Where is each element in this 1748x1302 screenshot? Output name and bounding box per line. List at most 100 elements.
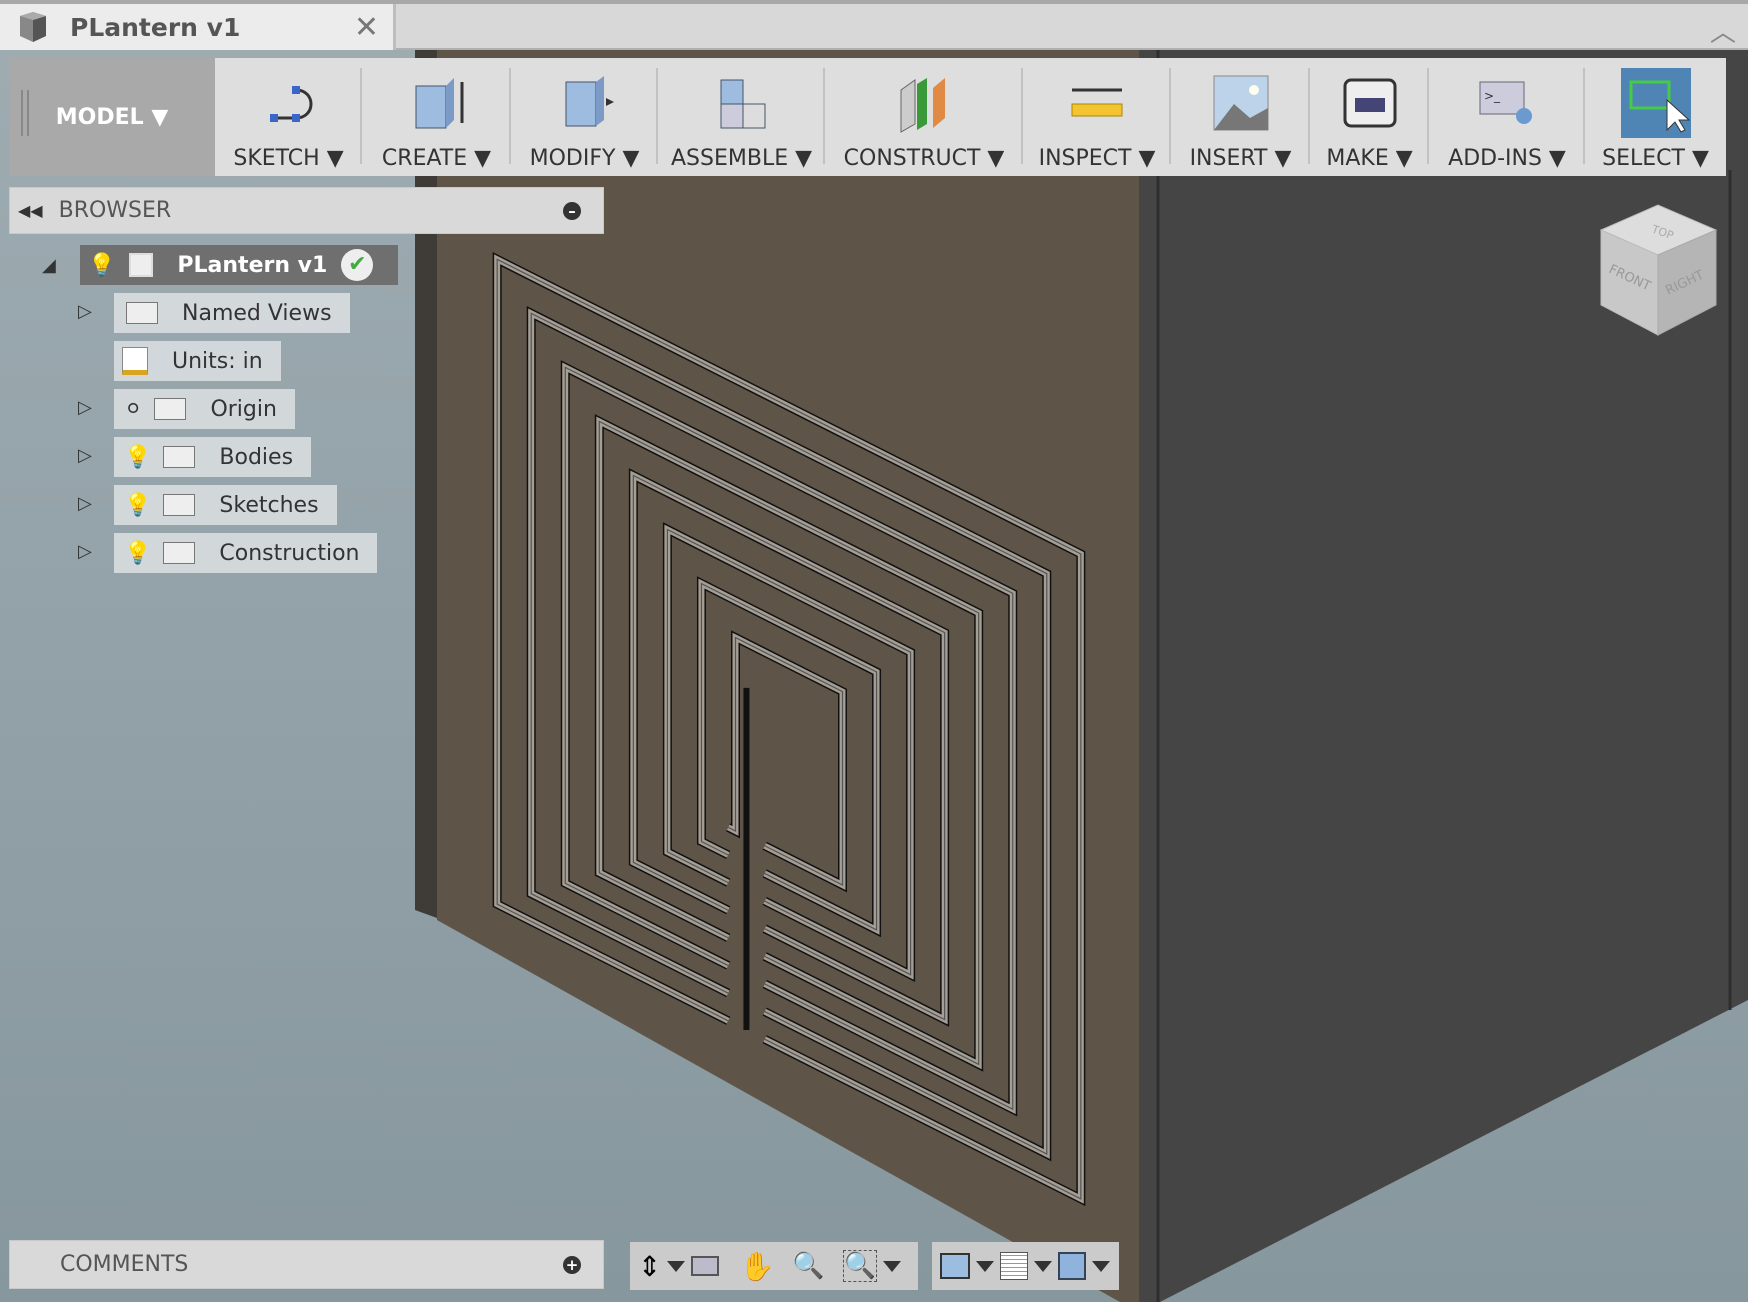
add-comment-icon[interactable]: + xyxy=(563,1255,581,1274)
workspace-dropdown[interactable]: MODEL ▼ xyxy=(9,58,215,176)
workspace-label: MODEL ▼ xyxy=(55,104,169,130)
browser-item-label: Units: in xyxy=(172,348,263,374)
measure-ruler-icon xyxy=(1071,88,1123,117)
display-settings-icon[interactable] xyxy=(940,1253,970,1279)
pan-hand-icon[interactable]: ✋ xyxy=(739,1250,774,1283)
toolbar-label: INSPECT ▼ xyxy=(1038,146,1156,171)
wall-front-face xyxy=(437,50,1139,1302)
lightbulb-icon[interactable]: 💡 xyxy=(88,253,115,278)
comments-title: COMMENTS xyxy=(60,1252,189,1277)
toolbar-label: SKETCH ▼ xyxy=(233,146,344,171)
folder-icon xyxy=(163,446,196,468)
toolbar-create-button[interactable]: CREATE ▼ xyxy=(362,58,511,176)
browser-item[interactable]: 💡 Sketches xyxy=(114,485,337,525)
wall-edge xyxy=(415,50,437,918)
document-tab[interactable]: PLantern v1 ✕ xyxy=(0,4,396,50)
expand-arrow-icon[interactable]: ▷ xyxy=(78,445,92,466)
orbit-dropdown-icon[interactable] xyxy=(667,1260,686,1272)
expand-arrow-icon[interactable]: ▷ xyxy=(78,541,92,562)
display-bar xyxy=(932,1242,1119,1290)
grid-dropdown-icon[interactable] xyxy=(1034,1260,1052,1272)
component-icon xyxy=(20,12,46,42)
expand-arrow-icon[interactable]: ▷ xyxy=(78,301,92,322)
folder-icon xyxy=(154,398,187,420)
toolbar-label: CONSTRUCT ▼ xyxy=(843,146,1005,171)
svg-text:>_: >_ xyxy=(1484,89,1501,103)
navigation-bar: ⇕ ✋ 🔍 🔍 xyxy=(630,1242,918,1290)
select-cursor-icon xyxy=(1620,68,1691,138)
toolbar-label: ASSEMBLE ▼ xyxy=(670,146,813,171)
zoom-window-icon[interactable]: 🔍 xyxy=(842,1250,878,1282)
grid-icon[interactable] xyxy=(1000,1252,1028,1280)
toolbar-separator xyxy=(1169,68,1171,164)
model-canvas xyxy=(415,50,1748,1302)
expand-arrow-icon[interactable]: ▷ xyxy=(78,397,92,418)
toolbar-sketch-button[interactable]: SKETCH ▼ xyxy=(215,58,362,176)
toolbar-make-button[interactable]: MAKE ▼ xyxy=(1310,58,1429,176)
toolbar-inspect-button[interactable]: INSPECT ▼ xyxy=(1023,58,1171,176)
toolbar-insert-button[interactable]: INSERT ▼ xyxy=(1171,58,1310,176)
browser-item-label: Sketches xyxy=(219,492,319,518)
toolbar: MODEL ▼ SKETCH ▼ CREATE ▼ MODIFY ▼ ASSEMBLE… xyxy=(9,58,1726,176)
3d-print-icon xyxy=(1343,78,1396,128)
collapse-browser-icon[interactable]: ◀◀ xyxy=(18,201,43,220)
browser-root-item[interactable]: 💡 PLantern v1 ✔ xyxy=(80,245,398,285)
expand-arrow-icon[interactable]: ▷ xyxy=(78,493,92,514)
toolbar-separator xyxy=(823,68,825,164)
root-label: PLantern v1 xyxy=(177,252,328,278)
browser-item-label: Named Views xyxy=(182,300,332,326)
modify-icon xyxy=(565,76,614,127)
toolbar-separator xyxy=(1021,68,1023,164)
script-gear-icon: >_ xyxy=(1479,81,1532,124)
units-icon xyxy=(122,347,148,375)
look-at-icon[interactable] xyxy=(691,1256,720,1276)
toolbar-grip[interactable] xyxy=(21,90,29,136)
lightbulb-icon[interactable]: ⚪ xyxy=(124,397,142,422)
assemble-icon xyxy=(720,79,765,129)
3d-viewport[interactable]: TOP FRONT RIGHT xyxy=(0,50,1748,1302)
browser-item-label: Construction xyxy=(219,540,360,566)
browser-title: BROWSER xyxy=(58,198,172,223)
close-icon[interactable]: ✕ xyxy=(354,10,379,45)
toolbar-label: MODIFY ▼ xyxy=(529,146,640,171)
toolbar-construct-button[interactable]: CONSTRUCT ▼ xyxy=(825,58,1023,176)
insert-image-icon xyxy=(1213,75,1268,131)
toolbar-modify-button[interactable]: MODIFY ▼ xyxy=(511,58,658,176)
toolbar-separator xyxy=(1427,68,1429,164)
document-title: PLantern v1 xyxy=(70,12,241,42)
view-cube[interactable]: TOP FRONT RIGHT xyxy=(1596,200,1726,340)
toolbar-separator xyxy=(509,68,511,164)
collapse-arrow-icon[interactable]: ◢ xyxy=(42,255,56,276)
chevron-up-icon[interactable]: ︿ xyxy=(1710,12,1736,49)
lightbulb-icon[interactable]: 💡 xyxy=(124,445,151,470)
orbit-icon[interactable]: ⇕ xyxy=(638,1250,661,1283)
active-check-icon: ✔ xyxy=(341,249,374,281)
create-box-icon xyxy=(415,78,463,129)
toolbar-add-ins-button[interactable]: >_ ADD-INS ▼ xyxy=(1429,58,1585,176)
browser-item[interactable]: Named Views xyxy=(114,293,350,333)
folder-icon xyxy=(126,302,158,324)
folder-icon xyxy=(163,542,196,564)
toolbar-select-button[interactable]: SELECT ▼ xyxy=(1585,58,1726,176)
sketch-icon xyxy=(269,86,312,122)
toolbar-label: ADD-INS ▼ xyxy=(1448,146,1566,171)
browser-item[interactable]: 💡 Bodies xyxy=(114,437,312,477)
minimize-icon[interactable]: – xyxy=(563,201,581,220)
viewports-dropdown-icon[interactable] xyxy=(1092,1260,1110,1272)
toolbar-label: INSERT ▼ xyxy=(1189,146,1292,171)
zoom-icon[interactable]: 🔍 xyxy=(792,1251,824,1281)
browser-item[interactable]: ⚪ Origin xyxy=(114,389,295,429)
lightbulb-icon[interactable]: 💡 xyxy=(124,541,151,566)
zoom-dropdown-icon[interactable] xyxy=(883,1260,902,1272)
browser-item-label: Bodies xyxy=(219,444,294,470)
comments-panel[interactable]: COMMENTS + xyxy=(9,1240,604,1289)
viewports-icon[interactable] xyxy=(1058,1252,1086,1280)
browser-item[interactable]: 💡 Construction xyxy=(114,533,378,573)
construct-plane-icon xyxy=(900,78,945,133)
toolbar-assemble-button[interactable]: ASSEMBLE ▼ xyxy=(658,58,825,176)
lightbulb-icon[interactable]: 💡 xyxy=(124,493,151,518)
display-dropdown-icon[interactable] xyxy=(976,1260,994,1272)
toolbar-separator xyxy=(360,68,362,164)
browser-item[interactable]: Units: in xyxy=(114,341,281,381)
toolbar-label: MAKE ▼ xyxy=(1326,146,1413,171)
